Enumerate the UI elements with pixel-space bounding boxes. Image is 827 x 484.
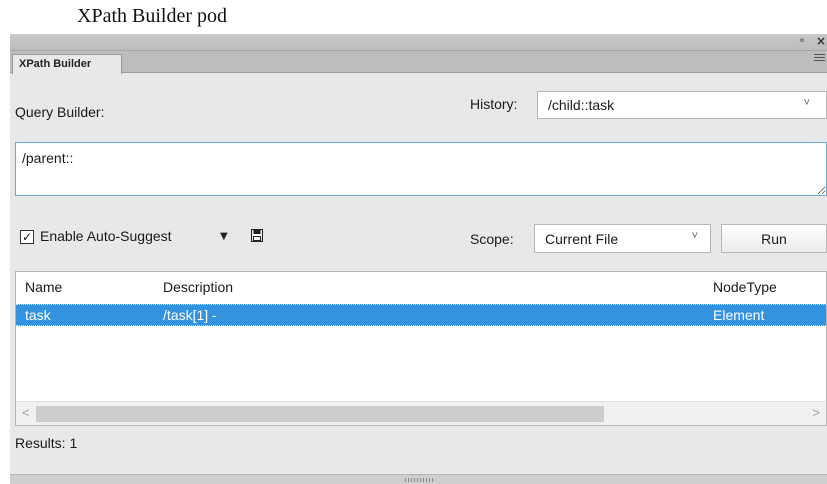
- resize-bar[interactable]: [10, 474, 827, 484]
- table-row[interactable]: task /task[1] - Element: [16, 304, 826, 326]
- tab-strip: XPath Builder: [10, 51, 827, 74]
- tab-xpath-builder[interactable]: XPath Builder: [12, 54, 122, 74]
- run-button[interactable]: Run: [721, 224, 827, 253]
- history-value: /child::task: [548, 97, 615, 113]
- save-icon[interactable]: [251, 229, 263, 242]
- history-label: History:: [470, 96, 518, 112]
- table-header: Name Description NodeType: [16, 272, 826, 303]
- scroll-left-icon[interactable]: <: [22, 405, 30, 420]
- query-builder-label: Query Builder:: [15, 104, 105, 120]
- collapse-icon[interactable]: «: [799, 35, 805, 46]
- column-header-description[interactable]: Description: [163, 279, 233, 295]
- history-select[interactable]: /child::task ˅: [537, 91, 827, 119]
- auto-suggest-label: Enable Auto-Suggest: [40, 228, 172, 244]
- close-icon[interactable]: ×: [816, 34, 826, 48]
- column-header-name[interactable]: Name: [25, 279, 62, 295]
- dropdown-arrow-icon[interactable]: ▼: [220, 231, 228, 242]
- scroll-right-icon[interactable]: >: [812, 405, 820, 420]
- page-caption: XPath Builder pod: [77, 5, 227, 27]
- checkbox-checked-icon: ✓: [21, 230, 33, 244]
- horizontal-scrollbar[interactable]: < >: [16, 401, 826, 425]
- cell-name: task: [25, 307, 51, 323]
- chevron-down-icon: ˅: [803, 97, 810, 109]
- column-header-nodetype[interactable]: NodeType: [713, 279, 777, 295]
- panel-menu-icon[interactable]: [814, 54, 825, 63]
- scope-label: Scope:: [470, 231, 514, 247]
- panel-titlebar: « ×: [10, 34, 827, 51]
- query-input[interactable]: [15, 142, 827, 196]
- cell-description: /task[1] -: [163, 307, 217, 323]
- results-table: Name Description NodeType task /task[1] …: [15, 271, 827, 426]
- scrollbar-thumb[interactable]: [36, 406, 604, 422]
- chevron-down-icon: ˅: [691, 230, 698, 242]
- scope-select[interactable]: Current File ˅: [534, 224, 711, 253]
- resize-grip-icon[interactable]: [405, 478, 435, 482]
- cell-nodetype: Element: [713, 307, 765, 323]
- auto-suggest-checkbox[interactable]: ✓: [20, 230, 34, 244]
- results-count: Results: 1: [15, 435, 78, 451]
- scope-value: Current File: [545, 231, 619, 247]
- xpath-builder-pod: « × XPath Builder Query Builder: History…: [10, 34, 827, 484]
